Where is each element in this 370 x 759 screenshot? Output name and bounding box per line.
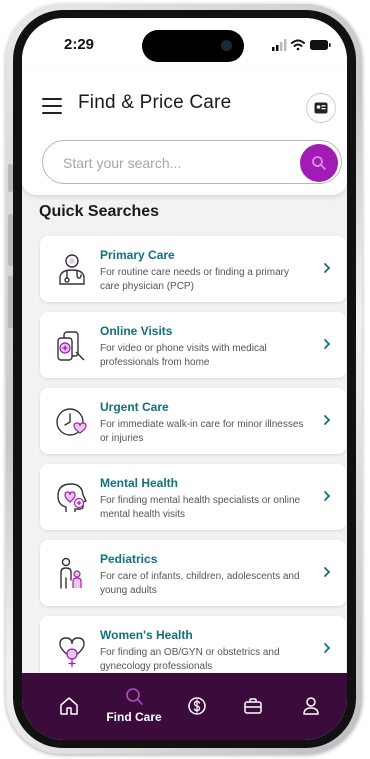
nav-home[interactable] (54, 673, 84, 740)
card-description: For immediate walk-in care for minor ill… (100, 419, 304, 444)
card-title: Urgent Care (100, 400, 169, 414)
nav-costs[interactable] (182, 673, 212, 740)
signal-icon (272, 39, 287, 51)
page-title: Find & Price Care (78, 92, 232, 113)
chevron-right-icon (324, 643, 331, 653)
app-header: Find & Price Care (22, 70, 347, 195)
wifi-icon (291, 39, 305, 51)
card-title: Pediatrics (100, 552, 158, 566)
card-description: For routine care needs or finding a prim… (100, 267, 289, 292)
status-icons (272, 39, 331, 51)
id-card-button[interactable] (306, 93, 336, 123)
chevron-right-icon (324, 491, 331, 501)
briefcase-icon (244, 698, 262, 714)
search-input[interactable] (61, 151, 275, 175)
card-title: Women's Health (100, 628, 193, 642)
chevron-right-icon (324, 415, 331, 425)
search-icon (126, 688, 143, 705)
bottom-nav: Find Care (22, 673, 347, 740)
nav-label: Find Care (106, 710, 162, 724)
search-button[interactable] (300, 144, 338, 182)
dollar-icon (188, 697, 206, 715)
status-time: 2:29 (64, 36, 95, 53)
status-bar: 2:29 (22, 18, 347, 70)
chevron-right-icon (324, 567, 331, 577)
card-description: For video or phone visits with medical p… (100, 343, 267, 368)
hamburger-menu-icon[interactable] (42, 98, 62, 114)
female-heart-icon (59, 637, 85, 667)
dynamic-island (142, 30, 244, 62)
quick-search-primary-care[interactable]: Primary Care For routine care needs or f… (40, 236, 346, 302)
card-title: Online Visits (100, 324, 173, 338)
parent-child-icon (60, 557, 82, 589)
head-heart-icon (57, 483, 87, 512)
clock-heart-icon (56, 408, 87, 436)
card-description: For finding an OB/GYN or obstetrics and … (100, 647, 280, 672)
quick-search-urgent-care[interactable]: Urgent Care For immediate walk-in care f… (40, 388, 346, 454)
card-title: Primary Care (100, 248, 175, 262)
nav-benefits[interactable] (238, 673, 268, 740)
app-screen: 2:29 Find & Price Care Start your search… (22, 18, 347, 740)
chevron-right-icon (324, 263, 331, 273)
battery-icon (310, 40, 331, 50)
id-card-icon (314, 102, 328, 114)
quick-search-online-visits[interactable]: Online Visits For video or phone visits … (40, 312, 346, 378)
home-icon (60, 697, 78, 715)
search-icon (312, 156, 326, 170)
quick-searches-heading: Quick Searches (39, 203, 160, 220)
nav-find-care[interactable]: Find Care (102, 673, 166, 740)
card-description: For care of infants, children, adolescen… (100, 571, 300, 596)
online-visit-icon (57, 331, 85, 361)
quick-search-mental-health[interactable]: Mental Health For finding mental health … (40, 464, 346, 530)
chevron-right-icon (324, 339, 331, 349)
doctor-icon (59, 254, 85, 285)
card-title: Mental Health (100, 476, 179, 490)
nav-profile[interactable] (296, 673, 326, 740)
card-description: For finding mental health specialists or… (100, 495, 301, 520)
profile-icon (303, 697, 319, 715)
search-bar (42, 140, 342, 184)
quick-search-pediatrics[interactable]: Pediatrics For care of infants, children… (40, 540, 346, 606)
